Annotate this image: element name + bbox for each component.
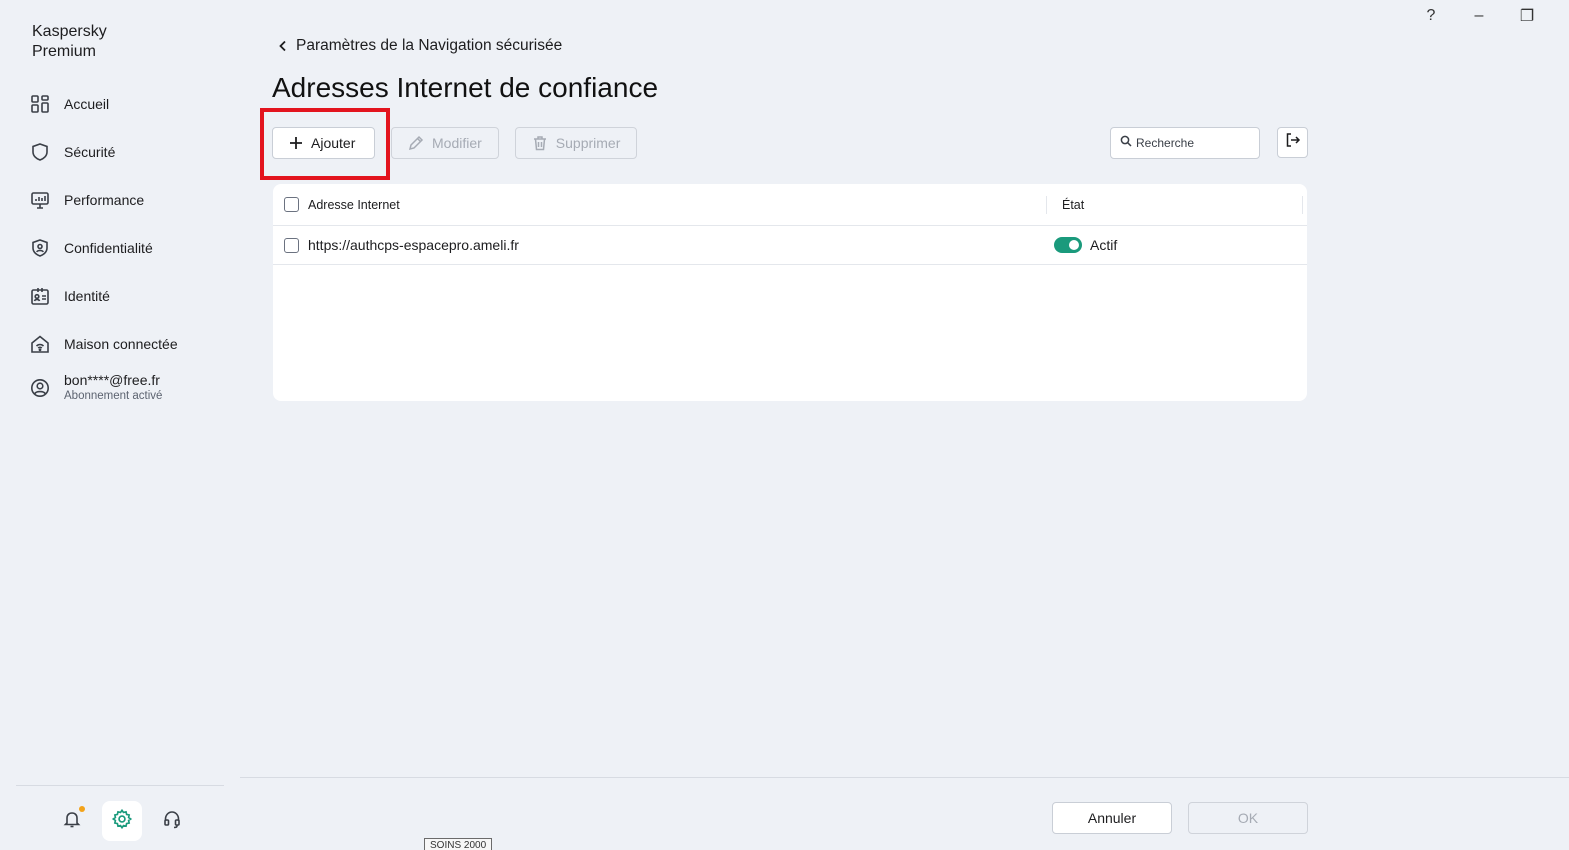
- column-header-state[interactable]: État: [1062, 198, 1084, 212]
- minimize-button[interactable]: –: [1455, 4, 1503, 28]
- toolbar: Ajouter Modifier Supprimer: [272, 127, 638, 159]
- sidebar-item-label: Accueil: [64, 96, 110, 112]
- export-icon: [1285, 132, 1301, 153]
- delete-button-label: Supprimer: [555, 135, 621, 151]
- export-button[interactable]: [1277, 127, 1308, 158]
- breadcrumb[interactable]: Paramètres de la Navigation sécurisée: [278, 37, 562, 55]
- id-card-icon: [30, 286, 50, 306]
- user-circle-icon: [30, 378, 50, 398]
- column-divider[interactable]: [1046, 196, 1047, 214]
- window-controls: ? – ❐: [1407, 4, 1551, 28]
- page-title: Adresses Internet de confiance: [272, 72, 659, 103]
- sidebar-item-label: Identité: [64, 288, 110, 304]
- row-address: https://authcps-espacepro.ameli.fr: [308, 237, 519, 253]
- sidebar-bottom-bar: [52, 801, 192, 841]
- pencil-icon: [408, 135, 424, 151]
- sidebar-item-label: Confidentialité: [64, 240, 153, 256]
- state-toggle[interactable]: [1054, 237, 1082, 253]
- gear-icon: [111, 808, 133, 835]
- trash-icon: [532, 135, 548, 151]
- ok-button[interactable]: OK: [1188, 802, 1308, 834]
- row-state-label: Actif: [1090, 237, 1118, 253]
- sidebar: Kaspersky Premium Accueil Sécurité Perfo…: [0, 0, 240, 850]
- search-icon: [1120, 134, 1132, 152]
- footer-divider: [240, 777, 1569, 778]
- tooltip: SOINS 2000: [424, 838, 493, 850]
- notification-dot: [79, 806, 85, 812]
- delete-button[interactable]: Supprimer: [514, 127, 638, 159]
- settings-button[interactable]: [102, 801, 142, 841]
- sidebar-divider: [16, 785, 224, 786]
- shield-icon: [30, 142, 50, 162]
- column-divider[interactable]: [1302, 196, 1303, 214]
- add-button-label: Ajouter: [311, 135, 356, 151]
- sidebar-item-identite[interactable]: Identité: [16, 272, 226, 320]
- breadcrumb-label: Paramètres de la Navigation sécurisée: [296, 37, 563, 54]
- search-box[interactable]: [1110, 127, 1260, 159]
- plus-icon: [289, 136, 303, 150]
- sidebar-item-label: Performance: [64, 192, 145, 208]
- table-header: Adresse Internet État: [273, 184, 1307, 226]
- account-item[interactable]: bon****@free.fr Abonnement activé: [16, 372, 226, 420]
- chevron-left-icon: [278, 40, 288, 52]
- trusted-addresses-table: Adresse Internet État https://authcps-es…: [273, 184, 1307, 401]
- add-button[interactable]: Ajouter: [272, 127, 375, 159]
- row-checkbox[interactable]: [284, 237, 299, 253]
- monitor-icon: [30, 190, 50, 210]
- sidebar-item-accueil[interactable]: Accueil: [16, 80, 226, 128]
- help-button[interactable]: ?: [1407, 4, 1455, 28]
- support-button[interactable]: [152, 801, 192, 841]
- sidebar-item-label: Sécurité: [64, 144, 116, 160]
- restore-button[interactable]: ❐: [1503, 4, 1551, 28]
- edit-button-label: Modifier: [432, 135, 482, 151]
- sidebar-item-performance[interactable]: Performance: [16, 176, 226, 224]
- headset-icon: [162, 809, 182, 834]
- account-email: bon****@free.fr: [64, 372, 160, 388]
- sidebar-nav: Accueil Sécurité Performance Confidentia…: [16, 80, 226, 420]
- smart-home-icon: [30, 334, 50, 354]
- search-input[interactable]: [1136, 136, 1256, 150]
- main-panel: ? – ❐ Paramètres de la Navigation sécuri…: [240, 0, 1569, 850]
- grid-icon: [30, 94, 50, 114]
- select-all-checkbox[interactable]: [284, 197, 299, 212]
- edit-button[interactable]: Modifier: [391, 127, 499, 159]
- row-state: Actif: [1054, 237, 1117, 253]
- sidebar-item-maison-connectee[interactable]: Maison connectée: [16, 320, 226, 368]
- bell-icon: [62, 809, 82, 834]
- cancel-button[interactable]: Annuler: [1052, 802, 1172, 834]
- column-header-address[interactable]: Adresse Internet: [308, 198, 400, 212]
- account-status: Abonnement activé: [64, 390, 163, 402]
- privacy-shield-icon: [30, 238, 50, 258]
- app-title: Kaspersky Premium: [32, 23, 107, 60]
- sidebar-item-confidentialite[interactable]: Confidentialité: [16, 224, 226, 272]
- table-row[interactable]: https://authcps-espacepro.ameli.fr Actif: [273, 226, 1307, 265]
- sidebar-item-label: Maison connectée: [64, 336, 178, 352]
- sidebar-item-securite[interactable]: Sécurité: [16, 128, 226, 176]
- notifications-button[interactable]: [52, 801, 92, 841]
